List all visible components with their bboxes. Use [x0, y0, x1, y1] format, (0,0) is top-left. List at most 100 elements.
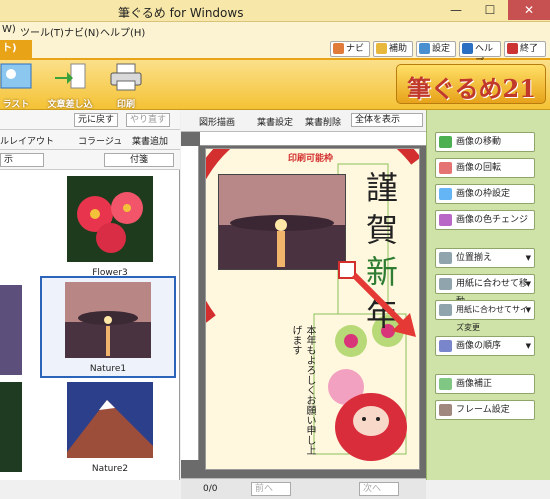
- kanji-1: 謹: [366, 169, 399, 207]
- ribbon-illust-label: ラスト: [2, 100, 30, 110]
- minimize-button[interactable]: —: [440, 0, 472, 20]
- thumbnail-label: Nature1: [89, 364, 127, 374]
- shape-draw-button[interactable]: 図形描画: [199, 115, 235, 128]
- align-button[interactable]: 位置揃え ▼: [435, 248, 535, 268]
- image-order-button[interactable]: 画像の順序 ▼: [435, 336, 535, 356]
- redo-button[interactable]: やり直す: [126, 113, 171, 127]
- image-correction-label: 画像補正: [456, 379, 493, 389]
- color-icon: [439, 214, 452, 226]
- correction-icon: [439, 378, 452, 390]
- menu-navi[interactable]: ナビ(N): [64, 24, 99, 39]
- navi-button[interactable]: ナビ: [330, 41, 370, 57]
- align-label: 位置揃え: [456, 253, 493, 263]
- tab-current[interactable]: ト): [0, 40, 32, 60]
- greeting-message: 本年もよろしくお願い申し上げます: [290, 325, 315, 455]
- tab-row: ト) ナビ 補助 設定 ヘルプ 終了: [0, 38, 550, 68]
- image-frame-label: 画像の枠設定: [456, 189, 511, 199]
- order-icon: [439, 340, 452, 352]
- help-button[interactable]: ヘルプ: [459, 41, 501, 68]
- canvas-toolbar: 図形描画 葉書設定 葉書削除 全体を表示: [181, 110, 426, 132]
- prev-button[interactable]: 前へ: [251, 482, 291, 496]
- settings-icon: [419, 43, 430, 54]
- menu-window[interactable]: W): [2, 24, 16, 35]
- arrow-pointer-icon: [351, 272, 416, 337]
- fit-move-button[interactable]: 用紙に合わせて移動 ▼: [435, 274, 535, 307]
- printer-icon: [110, 63, 142, 91]
- image-color-label: 画像の色チェンジ: [456, 215, 529, 225]
- frame-settings-icon: [439, 404, 452, 416]
- dropdown-arrow-icon: ▼: [525, 254, 531, 262]
- menu-help[interactable]: ヘルプ(H): [100, 24, 145, 39]
- text-insert-icon: [55, 63, 86, 89]
- thumbnail-nature1[interactable]: Nature1: [40, 276, 176, 378]
- fit-resize-icon: [439, 304, 452, 316]
- placed-sunrise-image: [219, 175, 345, 269]
- exit-icon: [507, 43, 518, 54]
- settings-button-label: 設定: [432, 44, 451, 54]
- ribbon-print-label: 印刷: [116, 100, 135, 110]
- thumbnail-flower3[interactable]: Flower3: [42, 176, 178, 278]
- exit-button[interactable]: 終了: [504, 41, 546, 57]
- flower-image: [67, 176, 153, 262]
- horizontal-ruler: [200, 132, 426, 146]
- rotate-icon: [439, 162, 452, 174]
- collage-button[interactable]: コラージュ: [78, 134, 122, 147]
- menu-bar: W) ツール(T) ナビ(N) ヘルプ(H): [0, 22, 550, 39]
- image-order-label: 画像の順序: [456, 341, 502, 351]
- dropdown-arrow-icon: ▼: [525, 280, 531, 288]
- sunrise-image: [65, 282, 151, 358]
- next-button[interactable]: 次へ: [359, 482, 399, 496]
- layout-row: ルレイアウト コラージュ 葉書追加: [0, 130, 180, 150]
- attached-select[interactable]: 付箋: [104, 153, 174, 167]
- thumb-partial-1[interactable]: [0, 285, 22, 375]
- fit-resize-button[interactable]: 用紙に合わせてサイズ変更 ▼: [435, 300, 535, 332]
- fit-move-icon: [439, 278, 452, 290]
- card-canvas: 印刷可能枠 謹 賀 新 年 本年もよろしくお願い申し上げます: [205, 148, 420, 470]
- image-move-label: 画像の移動: [456, 137, 502, 147]
- frame-settings-label: フレーム設定: [456, 405, 510, 415]
- ribbon-illust-button[interactable]: ラスト: [0, 62, 38, 110]
- star-icon: [376, 43, 387, 54]
- illust-icon: [0, 63, 32, 89]
- image-rotate-button[interactable]: 画像の回転: [435, 158, 535, 178]
- dropdown-arrow-icon: ▼: [525, 342, 531, 350]
- undo-row: 元に戻す やり直す: [0, 110, 180, 130]
- view-select[interactable]: 示: [0, 153, 44, 167]
- image-move-button[interactable]: 画像の移動: [435, 132, 535, 152]
- assist-button[interactable]: 補助: [373, 41, 413, 57]
- mountain-image: [67, 382, 153, 458]
- navi-icon: [333, 43, 344, 54]
- menu-tools[interactable]: ツール(T): [20, 24, 64, 39]
- card-settings-button[interactable]: 葉書設定: [257, 115, 293, 128]
- zoom-select[interactable]: 全体を表示: [351, 113, 423, 127]
- view-row: 示 付箋: [0, 150, 180, 170]
- page-status-bar: 0/0 前へ 次へ: [181, 478, 426, 499]
- image-correction-button[interactable]: 画像補正: [435, 374, 535, 394]
- dropdown-arrow-icon: ▼: [525, 306, 531, 314]
- placed-photo[interactable]: [218, 174, 346, 270]
- navi-button-label: ナビ: [346, 44, 365, 54]
- thumbnail-nature2[interactable]: Nature2: [42, 382, 178, 474]
- kanji-2: 賀: [366, 211, 399, 249]
- image-color-button[interactable]: 画像の色チェンジ: [435, 210, 535, 230]
- frame-settings-button[interactable]: フレーム設定: [435, 400, 535, 420]
- align-icon: [439, 252, 452, 264]
- add-card-button[interactable]: 葉書追加: [132, 134, 168, 147]
- card-delete-button[interactable]: 葉書削除: [305, 115, 341, 128]
- app-logo: 筆ぐるめ21: [396, 64, 546, 104]
- close-window-button[interactable]: ✕: [508, 0, 550, 20]
- logo-text: 筆ぐるめ21: [407, 74, 536, 103]
- maximize-button[interactable]: ☐: [474, 0, 506, 20]
- image-rotate-label: 画像の回転: [456, 163, 502, 173]
- title-bar: 筆ぐるめ for Windows — ☐ ✕: [0, 0, 550, 22]
- layout-label[interactable]: ルレイアウト: [0, 134, 54, 147]
- page-counter: 0/0: [203, 484, 218, 494]
- window-title: 筆ぐるめ for Windows: [118, 6, 244, 20]
- image-frame-button[interactable]: 画像の枠設定: [435, 184, 535, 204]
- help-icon: [462, 43, 473, 54]
- settings-button[interactable]: 設定: [416, 41, 456, 57]
- vertical-ruler: [181, 146, 199, 460]
- ribbon-print-button[interactable]: 印刷: [104, 62, 148, 110]
- thumb-partial-2[interactable]: [0, 382, 22, 472]
- undo-button[interactable]: 元に戻す: [74, 113, 119, 127]
